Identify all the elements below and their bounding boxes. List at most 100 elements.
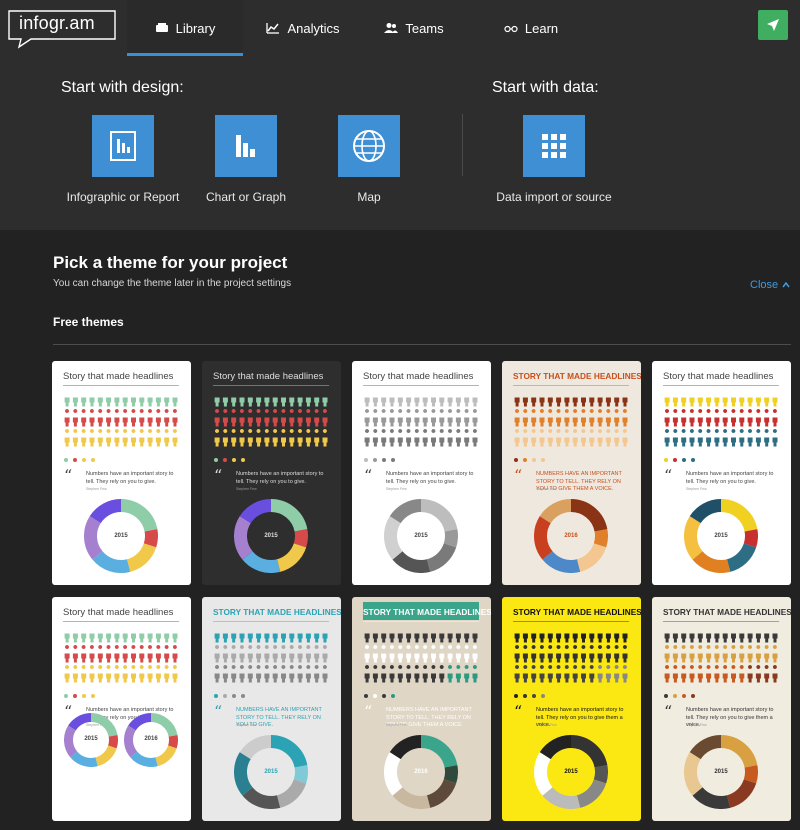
close-themes-link[interactable]: Close (750, 279, 790, 291)
legend-dot (673, 694, 677, 698)
pictogram-grid (664, 393, 780, 453)
option-infographic-report[interactable]: Infographic or Report (67, 115, 179, 204)
person-pictogram (106, 645, 112, 663)
theme-card[interactable]: Story that made headlines “Numbers have a… (202, 361, 341, 585)
theme-card[interactable]: STORY THAT MADE HEADLINES “NUMBERS HAVE A… (202, 597, 341, 821)
person-pictogram (222, 629, 228, 643)
theme-card[interactable]: STORY THAT MADE HEADLINES “Numbers have a… (652, 597, 791, 821)
donut-chart: 2015 (684, 735, 758, 814)
person-pictogram (697, 393, 703, 407)
theme-card[interactable]: Story that made headlines “Numbers have a… (652, 361, 791, 585)
legend-dot (532, 458, 536, 462)
nav-tab-library[interactable]: Library (127, 0, 243, 56)
person-pictogram (322, 645, 328, 663)
person-pictogram (664, 429, 670, 447)
theme-card[interactable]: Story that made headlines “Numbers have a… (52, 597, 191, 821)
person-pictogram (247, 645, 253, 663)
person-pictogram (289, 645, 295, 663)
person-pictogram (264, 645, 270, 663)
person-pictogram (364, 409, 370, 427)
person-pictogram (314, 393, 320, 407)
person-pictogram (247, 393, 253, 407)
theme-title-rule (213, 385, 329, 386)
pictogram-grid (64, 629, 180, 689)
vertical-divider (462, 114, 463, 176)
start-with-design-heading: Start with design: (61, 79, 184, 96)
theme-card[interactable]: Story that made headlines “Numbers have a… (352, 361, 491, 585)
launch-button[interactable] (758, 10, 788, 40)
infogram-logo[interactable]: infogr.am (5, 9, 117, 49)
option-tile[interactable] (92, 115, 154, 177)
person-pictogram (747, 645, 753, 663)
theme-card[interactable]: STORY THAT MADE HEADLINES “Numbers have a… (502, 597, 641, 821)
theme-card[interactable]: STORY THAT MADE HEADLINES “NUMBERS HAVE A… (502, 361, 641, 585)
person-pictogram (531, 629, 537, 643)
person-pictogram (239, 665, 245, 683)
quote-author: Stephen Few (386, 487, 407, 491)
person-pictogram (139, 665, 145, 683)
legend-item (64, 458, 68, 462)
legend-item (241, 694, 245, 698)
person-pictogram (556, 629, 562, 643)
person-pictogram (455, 429, 461, 447)
option-data-import[interactable]: Data import or source (496, 115, 612, 204)
person-pictogram (531, 645, 537, 663)
person-pictogram (556, 665, 562, 683)
legend-dot (241, 694, 245, 698)
legend-dot (364, 458, 368, 462)
person-pictogram (556, 393, 562, 407)
person-pictogram (247, 429, 253, 447)
person-pictogram (139, 409, 145, 427)
person-pictogram (305, 645, 311, 663)
option-chart-graph[interactable]: Chart or Graph (206, 115, 286, 204)
donut-chart: 2016 (534, 499, 608, 578)
quote-mark-icon: “ (664, 466, 673, 485)
nav-tab-analytics[interactable]: Analytics (258, 0, 348, 56)
person-pictogram (131, 393, 136, 407)
legend-dot (373, 694, 377, 698)
legend-dot (523, 458, 527, 462)
theme-card[interactable]: Story that made headlines “Numbers have a… (52, 361, 191, 585)
person-pictogram (697, 645, 703, 663)
theme-card[interactable]: STORY THAT MADE HEADLINES “NUMBERS HAVE A… (352, 597, 491, 821)
option-map[interactable]: Map (338, 115, 400, 204)
legend-item (391, 458, 395, 462)
option-tile[interactable] (523, 115, 585, 177)
paper-plane-icon (767, 19, 779, 31)
nav-tab-learn[interactable]: Learn (500, 0, 562, 56)
person-pictogram (539, 409, 545, 427)
person-pictogram (706, 429, 712, 447)
donut-year-label: 2016 (144, 736, 158, 742)
quote-text: Numbers have an important story to tell.… (386, 471, 474, 485)
legend-item (532, 458, 536, 462)
person-pictogram (272, 429, 278, 447)
person-pictogram (397, 629, 403, 643)
theme-title-rule (63, 621, 179, 622)
nav-tab-teams[interactable]: Teams (380, 0, 448, 56)
person-pictogram (414, 393, 420, 407)
option-label: Infographic or Report (66, 190, 180, 204)
person-pictogram (222, 645, 228, 663)
option-tile[interactable] (338, 115, 400, 177)
person-pictogram (547, 645, 553, 663)
person-pictogram (747, 629, 753, 643)
person-pictogram (389, 645, 395, 663)
legend-dot (214, 694, 218, 698)
option-tile[interactable] (215, 115, 277, 177)
person-pictogram (664, 645, 670, 663)
person-pictogram (372, 645, 378, 663)
donut-year-label: 2016 (414, 769, 428, 775)
person-pictogram (406, 429, 412, 447)
person-pictogram (147, 429, 153, 447)
legend-item (223, 694, 227, 698)
person-pictogram (381, 429, 387, 447)
person-pictogram (572, 665, 578, 683)
person-pictogram (147, 393, 153, 407)
person-pictogram (714, 629, 720, 643)
person-pictogram (622, 393, 628, 407)
person-pictogram (281, 393, 286, 407)
person-pictogram (106, 393, 112, 407)
person-pictogram (689, 665, 695, 683)
person-pictogram (406, 645, 412, 663)
person-pictogram (414, 665, 420, 683)
